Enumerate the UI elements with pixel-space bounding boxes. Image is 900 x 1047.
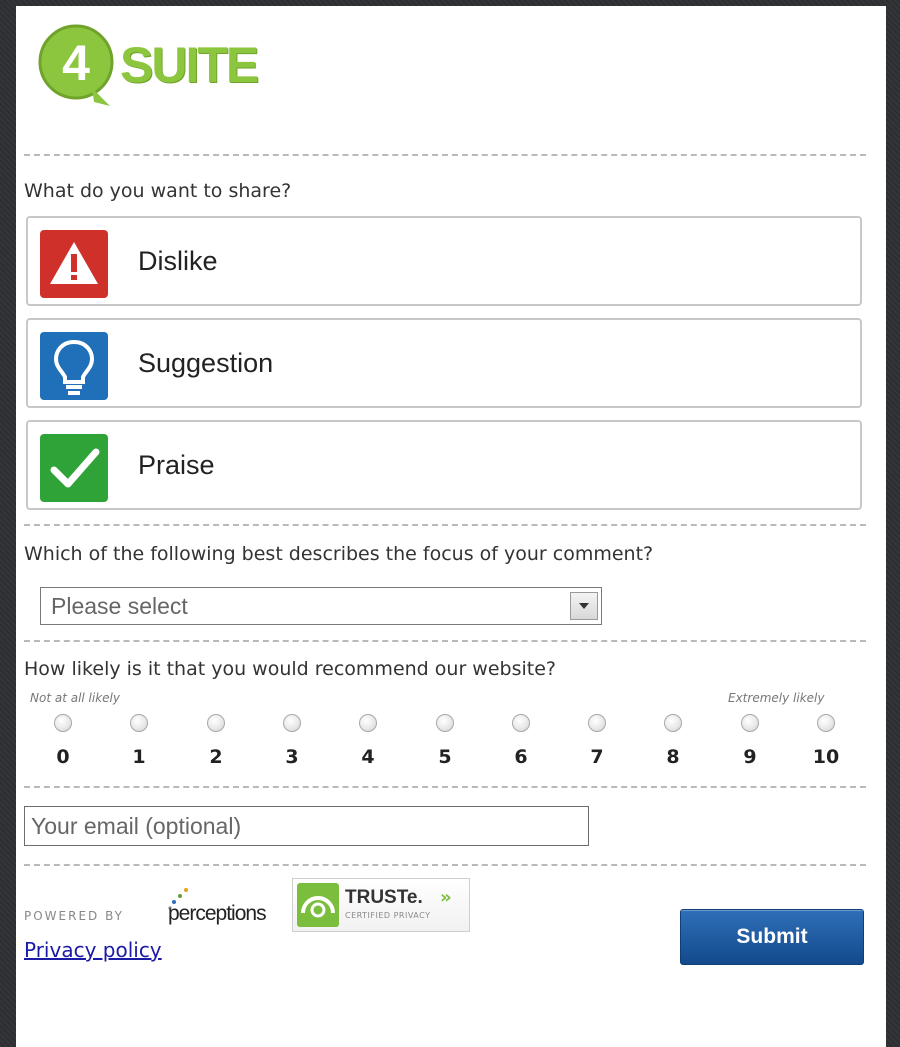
scale-option-9[interactable]: 9	[730, 714, 770, 768]
choice-label: Praise	[138, 450, 215, 480]
scale-radio[interactable]	[664, 714, 682, 732]
scale-radio[interactable]	[436, 714, 454, 732]
chevron-down-icon[interactable]	[570, 592, 598, 620]
submit-button[interactable]: Submit	[680, 909, 864, 965]
divider	[24, 640, 866, 642]
powered-by-label: POWERED BY	[24, 909, 125, 923]
scale-low-label: Not at all likely	[30, 691, 120, 705]
scale-number: 2	[209, 746, 223, 768]
logo-wordmark: SUITE	[120, 37, 259, 93]
scale-option-6[interactable]: 6	[501, 714, 541, 768]
scale-radio[interactable]	[359, 714, 377, 732]
scale-number: 7	[590, 746, 604, 768]
scale-number: 10	[812, 746, 840, 768]
scale-number: 5	[438, 746, 452, 768]
divider	[24, 864, 866, 866]
scale-high-label: Extremely likely	[728, 691, 825, 705]
scale-radio[interactable]	[588, 714, 606, 732]
divider	[24, 786, 866, 788]
scale-number: 0	[56, 746, 70, 768]
choice-label: Dislike	[138, 246, 218, 276]
scale-number: 8	[666, 746, 680, 768]
truste-name: TRUSTe.	[345, 887, 423, 908]
scale-number: 4	[361, 746, 375, 768]
scale-option-4[interactable]: 4	[348, 714, 388, 768]
scale-radio[interactable]	[130, 714, 148, 732]
logo-number: 4	[62, 35, 90, 91]
choice-suggestion[interactable]: Suggestion	[26, 318, 862, 408]
choice-dislike[interactable]: Dislike	[26, 216, 862, 306]
privacy-policy-link[interactable]: Privacy policy	[24, 938, 162, 962]
scale-option-3[interactable]: 3	[272, 714, 312, 768]
scale-radio[interactable]	[512, 714, 530, 732]
divider	[24, 154, 866, 156]
perceptions-logo: perceptions	[168, 902, 267, 925]
scale-number: 6	[514, 746, 528, 768]
scale-radio[interactable]	[54, 714, 72, 732]
logo-badge-icon: 4	[38, 24, 114, 106]
scale-option-5[interactable]: 5	[425, 714, 465, 768]
scale-radio[interactable]	[207, 714, 225, 732]
truste-seal[interactable]: TRUSTe. » CERTIFIED PRIVACY	[292, 878, 470, 932]
focus-select[interactable]: Please select	[40, 587, 602, 625]
scale-option-8[interactable]: 8	[653, 714, 693, 768]
focus-select-value: Please select	[51, 593, 188, 619]
scale-radio[interactable]	[741, 714, 759, 732]
scale-number: 3	[285, 746, 299, 768]
divider	[24, 524, 866, 526]
feedback-panel: 4 SUITE What do you want to share? Disli…	[16, 6, 886, 1047]
scale-option-0[interactable]: 0	[43, 714, 83, 768]
chevron-right-icon: »	[440, 887, 452, 908]
choice-praise[interactable]: Praise	[26, 420, 862, 510]
brand-logo: 4 SUITE	[34, 18, 294, 110]
scale-radio[interactable]	[283, 714, 301, 732]
truste-seal-icon	[297, 883, 339, 927]
scale-option-7[interactable]: 7	[577, 714, 617, 768]
scale-option-1[interactable]: 1	[119, 714, 159, 768]
focus-question: Which of the following best describes th…	[24, 543, 654, 565]
choice-label: Suggestion	[138, 348, 274, 378]
warning-icon	[40, 230, 108, 298]
share-question: What do you want to share?	[24, 180, 292, 202]
scale-option-2[interactable]: 2	[196, 714, 236, 768]
scale-radio[interactable]	[817, 714, 835, 732]
truste-subtitle: CERTIFIED PRIVACY	[345, 911, 431, 920]
scale-number: 9	[743, 746, 757, 768]
scale-number: 1	[132, 746, 146, 768]
lightbulb-icon	[40, 332, 108, 400]
recommend-question: How likely is it that you would recommen…	[24, 658, 556, 680]
scale-option-10[interactable]: 10	[806, 714, 846, 768]
checkmark-icon	[40, 434, 108, 502]
email-input[interactable]	[24, 806, 589, 846]
